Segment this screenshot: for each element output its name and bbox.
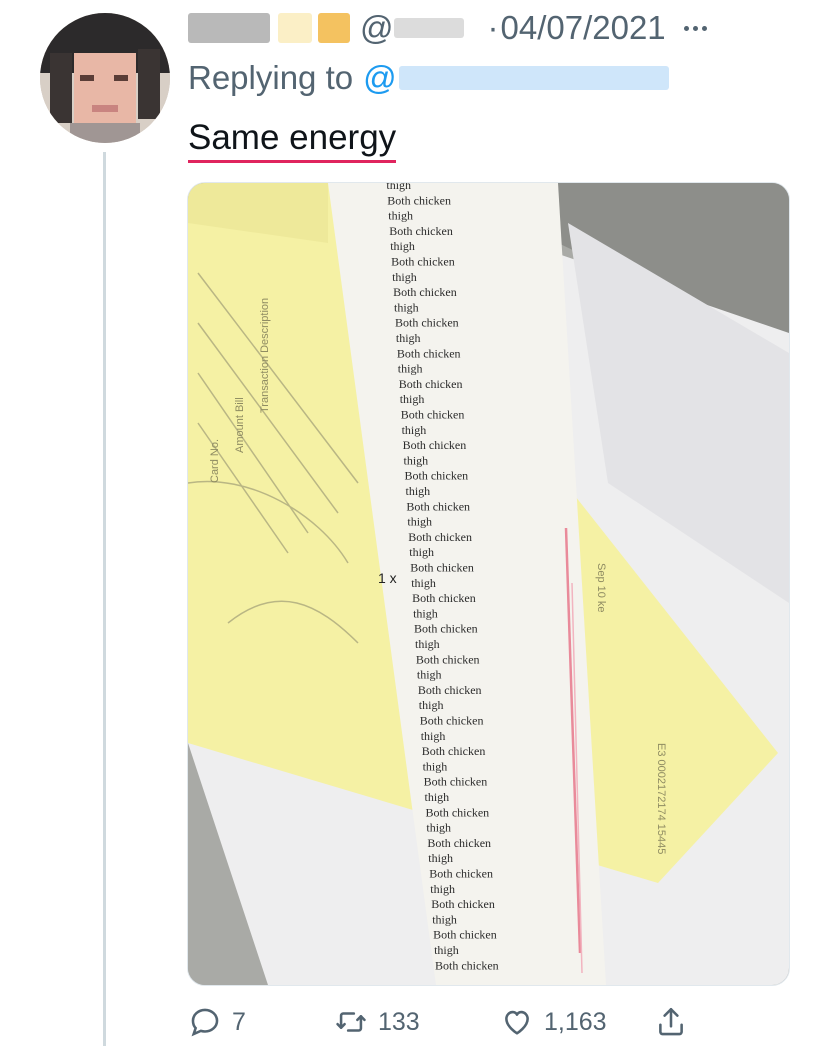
receipt-line-sub: thigh: [423, 759, 448, 773]
receipt-line-sub: thigh: [402, 423, 427, 437]
receipt-line-item: Both chicken: [408, 530, 472, 544]
receipt-line-item: Both chicken: [397, 346, 461, 360]
retweet-count: 133: [378, 1007, 420, 1036]
tweet-text: Same energy: [188, 118, 397, 163]
receipt-line-sub: thigh: [404, 453, 429, 467]
like-button[interactable]: 1,163: [500, 1005, 607, 1039]
receipt-line-item: Both chicken: [387, 193, 451, 207]
retweet-button[interactable]: 133: [334, 1005, 420, 1039]
receipt-line-sub: thigh: [411, 576, 436, 590]
svg-text:Transaction Description: Transaction Description: [259, 298, 271, 413]
receipt-photo: Card No. Amount Bill Transaction Descrip…: [188, 183, 789, 985]
replying-to: Replying to @: [188, 58, 669, 98]
receipt-line-sub: thigh: [407, 515, 432, 529]
svg-text:Card No.: Card No.: [209, 439, 221, 483]
svg-text:Sep 10 ke: Sep 10 ke: [595, 563, 607, 613]
receipt-line-item: Both chicken: [391, 255, 455, 269]
receipt-line-sub: thigh: [419, 698, 444, 712]
receipt-line-item: Both chicken: [412, 591, 476, 605]
receipt-line-item: Both chicken: [389, 224, 453, 238]
receipt-line-item: Both chicken: [399, 377, 463, 391]
display-name-redacted[interactable]: [188, 13, 270, 43]
receipt-line-item: Both chicken: [427, 836, 491, 850]
mention-redacted: [398, 66, 669, 90]
reply-button[interactable]: 7: [188, 1005, 246, 1039]
reply-icon: [191, 1008, 219, 1037]
handle-redacted[interactable]: [393, 18, 464, 38]
emoji-redacted: [318, 13, 350, 43]
replying-to-label: Replying to: [188, 59, 354, 96]
receipt-line-sub: thigh: [388, 209, 413, 223]
receipt-line-sub: thigh: [428, 851, 453, 865]
receipt-line-sub: thigh: [426, 821, 451, 835]
svg-text:E3 0002172174 15445: E3 0002172174 15445: [655, 743, 667, 854]
tweet-actions: 7 133 1,163: [188, 1002, 808, 1042]
retweet-icon: [336, 1012, 366, 1032]
receipt-line-sub: thigh: [415, 637, 440, 651]
receipt-quantity: 1 x: [378, 570, 397, 586]
receipt-line-sub: thigh: [386, 183, 411, 192]
share-button[interactable]: [654, 1005, 688, 1039]
receipt-line-item: Both chicken: [416, 652, 480, 666]
receipt-line-item: Both chicken: [418, 683, 482, 697]
receipt-line-item: Both chicken: [395, 316, 459, 330]
receipt-line-item: Both chicken: [410, 561, 474, 575]
receipt-line-sub: thigh: [421, 729, 446, 743]
receipt-line-sub: thigh: [432, 912, 457, 926]
receipt-line-item: Both chicken: [435, 958, 499, 972]
receipt-line-sub: thigh: [398, 362, 423, 376]
receipt-line-sub: thigh: [400, 392, 425, 406]
receipt-line-item: Both chicken: [431, 897, 495, 911]
emoji-redacted: [278, 13, 312, 43]
receipt-line-sub: thigh: [406, 484, 431, 498]
thread-line: [103, 152, 106, 1046]
receipt-line-item: Both chicken: [422, 744, 486, 758]
more-icon[interactable]: [683, 25, 707, 31]
svg-text:Amount Bill: Amount Bill: [234, 397, 246, 453]
receipt-line-sub: thigh: [417, 668, 442, 682]
tweet-header: @ · 04/07/2021: [188, 8, 808, 48]
like-count: 1,163: [544, 1007, 607, 1036]
tweet-image[interactable]: Card No. Amount Bill Transaction Descrip…: [187, 182, 790, 986]
receipt-line-item: Both chicken: [403, 438, 467, 452]
receipt-line-item: Both chicken: [401, 408, 465, 422]
receipt-line-item: Both chicken: [393, 285, 457, 299]
receipt-line-sub: thigh: [392, 270, 417, 284]
receipt-line-sub: thigh: [390, 239, 415, 253]
receipt-line-item: Both chicken: [429, 867, 493, 881]
receipt-line-item: Both chicken: [414, 622, 478, 636]
handle-prefix: @: [360, 9, 394, 46]
receipt-line-item: Both chicken: [433, 928, 497, 942]
receipt-line-sub: thigh: [434, 943, 459, 957]
receipt-line-sub: thigh: [396, 331, 421, 345]
avatar[interactable]: [40, 13, 170, 143]
like-icon: [505, 1010, 529, 1035]
receipt-line-item: Both chicken: [426, 805, 490, 819]
tweet-date[interactable]: 04/07/2021: [501, 9, 666, 47]
share-icon: [659, 1007, 683, 1036]
receipt-line-sub: thigh: [413, 606, 438, 620]
reply-mention[interactable]: @: [363, 59, 669, 97]
receipt-line-item: Both chicken: [406, 499, 470, 513]
separator-dot: ·: [487, 9, 499, 46]
receipt-line-item: Both chicken: [424, 775, 488, 789]
receipt-line-sub: thigh: [409, 545, 434, 559]
receipt-line-item: Both chicken: [420, 714, 484, 728]
receipt-line-item: Both chicken: [405, 469, 469, 483]
receipt-line-sub: thigh: [394, 300, 419, 314]
receipt-line-sub: thigh: [425, 790, 450, 804]
mention-prefix: @: [363, 59, 397, 96]
receipt-line-sub: thigh: [430, 882, 455, 896]
reply-count: 7: [232, 1007, 246, 1036]
